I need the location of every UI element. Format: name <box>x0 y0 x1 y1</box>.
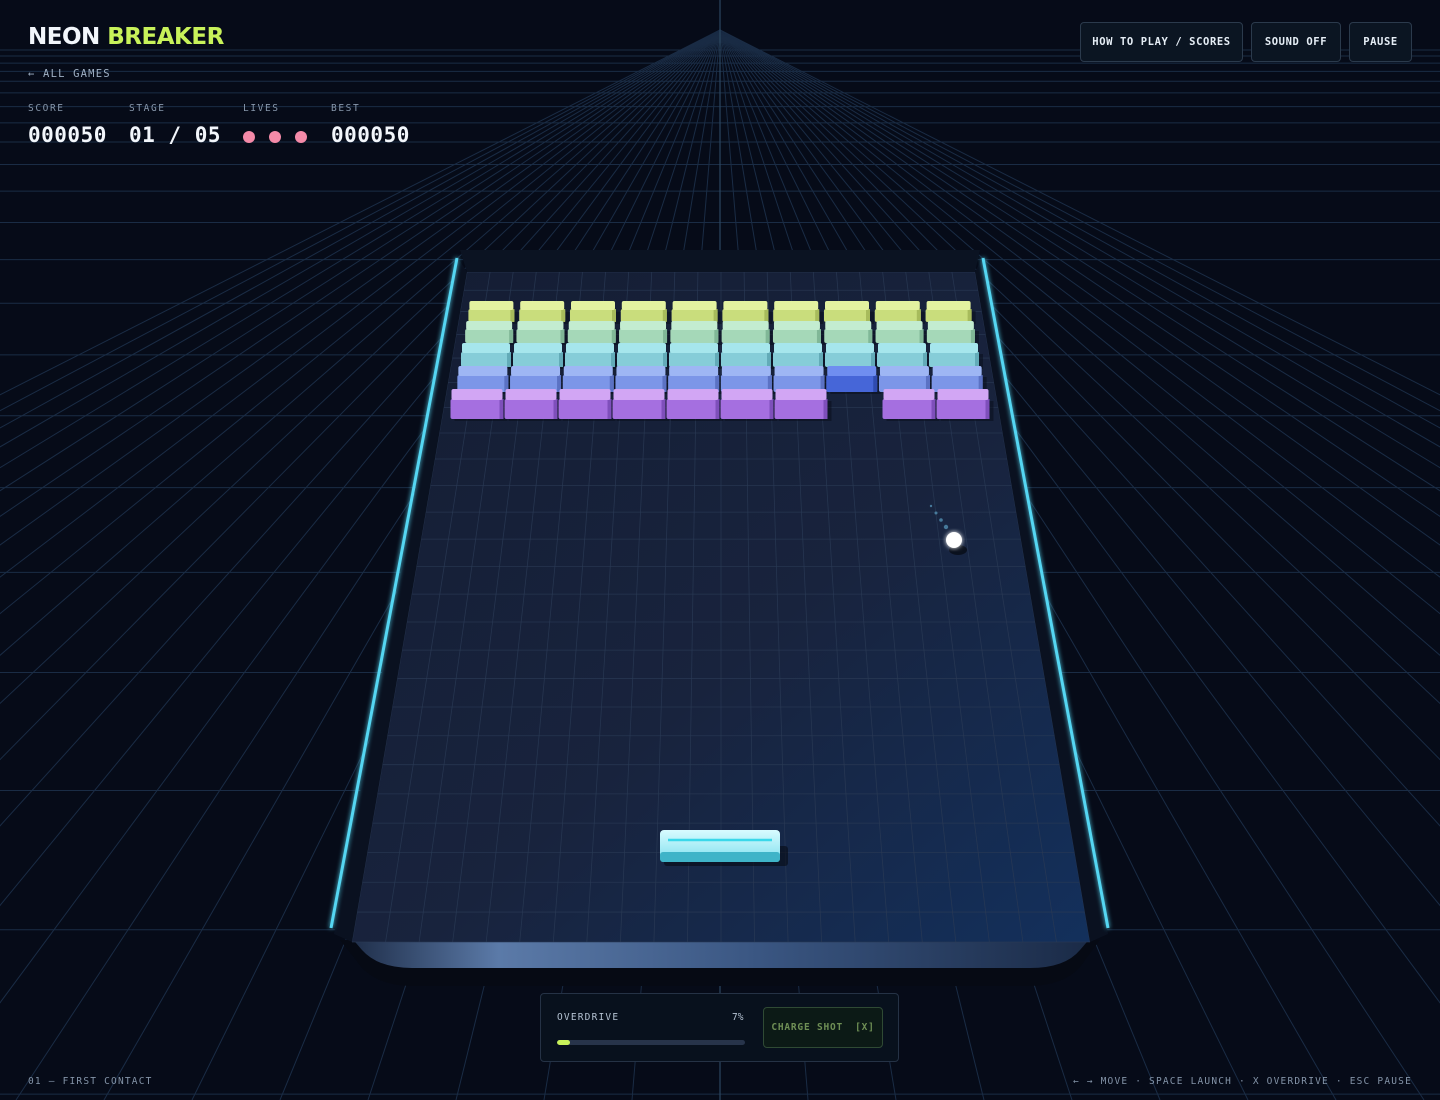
pause-button[interactable]: PAUSE <box>1349 22 1412 62</box>
brick <box>773 301 824 324</box>
stage-value: 01 / 05 <box>129 123 222 147</box>
brick <box>722 301 773 324</box>
overdrive-panel: OVERDRIVE 7% CHARGE SHOT [X] <box>540 993 899 1062</box>
brick <box>882 389 940 421</box>
brick <box>468 301 519 324</box>
overdrive-percent: 7% <box>732 1012 744 1023</box>
lives-stat: LIVES <box>243 103 307 143</box>
charge-shot-label: CHARGE SHOT <box>771 1022 844 1033</box>
charge-shot-key: [X] <box>855 1022 875 1033</box>
brick <box>666 389 724 421</box>
charge-shot-button[interactable]: CHARGE SHOT [X] <box>763 1007 883 1048</box>
brick <box>926 321 979 345</box>
ball-trail-dot <box>934 511 938 515</box>
logo-text-accent: BREAKER <box>107 24 224 50</box>
brick <box>825 343 879 369</box>
life-icon <box>243 131 255 143</box>
brick <box>925 301 976 324</box>
life-icon <box>269 131 281 143</box>
how-to-play-button[interactable]: HOW TO PLAY / SCORES <box>1080 22 1243 62</box>
brick <box>772 321 825 345</box>
brick <box>669 343 723 369</box>
brick <box>774 389 832 421</box>
brick <box>450 389 508 421</box>
brick <box>936 389 994 421</box>
brick <box>721 343 775 369</box>
brick <box>826 366 882 394</box>
overdrive-meter <box>557 1040 745 1045</box>
brick <box>461 343 515 369</box>
life-icon <box>295 131 307 143</box>
brick <box>824 321 877 345</box>
brick <box>874 301 925 324</box>
ball <box>946 532 962 548</box>
brick <box>619 321 672 345</box>
brick <box>612 389 670 421</box>
lives-label: LIVES <box>243 103 280 114</box>
ball-trail-dot <box>939 518 943 522</box>
brick <box>721 321 774 345</box>
all-games-link[interactable]: ← ALL GAMES <box>28 68 111 80</box>
best-label: BEST <box>331 103 361 114</box>
ball-trail-dot <box>929 504 933 508</box>
brick <box>620 301 671 324</box>
sound-toggle-button[interactable]: SOUND OFF <box>1251 22 1341 62</box>
best-stat: BEST 000050 <box>331 103 410 147</box>
lives-indicator <box>243 131 307 143</box>
brick <box>877 343 931 369</box>
best-value: 000050 <box>331 123 410 147</box>
game-scene <box>0 0 1440 1100</box>
paddle <box>660 830 780 862</box>
score-value: 000050 <box>28 123 107 147</box>
overdrive-meter-fill <box>557 1040 571 1045</box>
ball-trail-dot <box>943 524 949 530</box>
brick <box>824 301 874 324</box>
stage-label: STAGE <box>129 103 166 114</box>
score-label: SCORE <box>28 103 65 114</box>
brick <box>558 389 616 421</box>
brick <box>504 389 562 421</box>
score-stat: SCORE 000050 <box>28 103 107 147</box>
logo-text-main: NEON <box>28 24 100 50</box>
brick <box>570 301 620 324</box>
brick <box>720 389 778 421</box>
brick <box>516 321 569 345</box>
stage-stat: STAGE 01 / 05 <box>129 103 221 147</box>
overdrive-label: OVERDRIVE <box>557 1012 620 1023</box>
brick <box>567 321 620 345</box>
brick <box>513 343 567 369</box>
brick <box>465 321 518 345</box>
brick <box>929 343 983 369</box>
brick <box>773 343 827 369</box>
brick <box>875 321 928 345</box>
brick <box>617 343 671 369</box>
brick <box>519 301 570 324</box>
brick <box>670 321 723 345</box>
brick <box>565 343 619 369</box>
controls-hint: ← → MOVE · SPACE LAUNCH · X OVERDRIVE · … <box>1072 1076 1412 1087</box>
level-name: 01 — FIRST CONTACT <box>28 1076 153 1087</box>
brick <box>671 301 722 324</box>
app-logo: NEON BREAKER <box>28 24 224 50</box>
